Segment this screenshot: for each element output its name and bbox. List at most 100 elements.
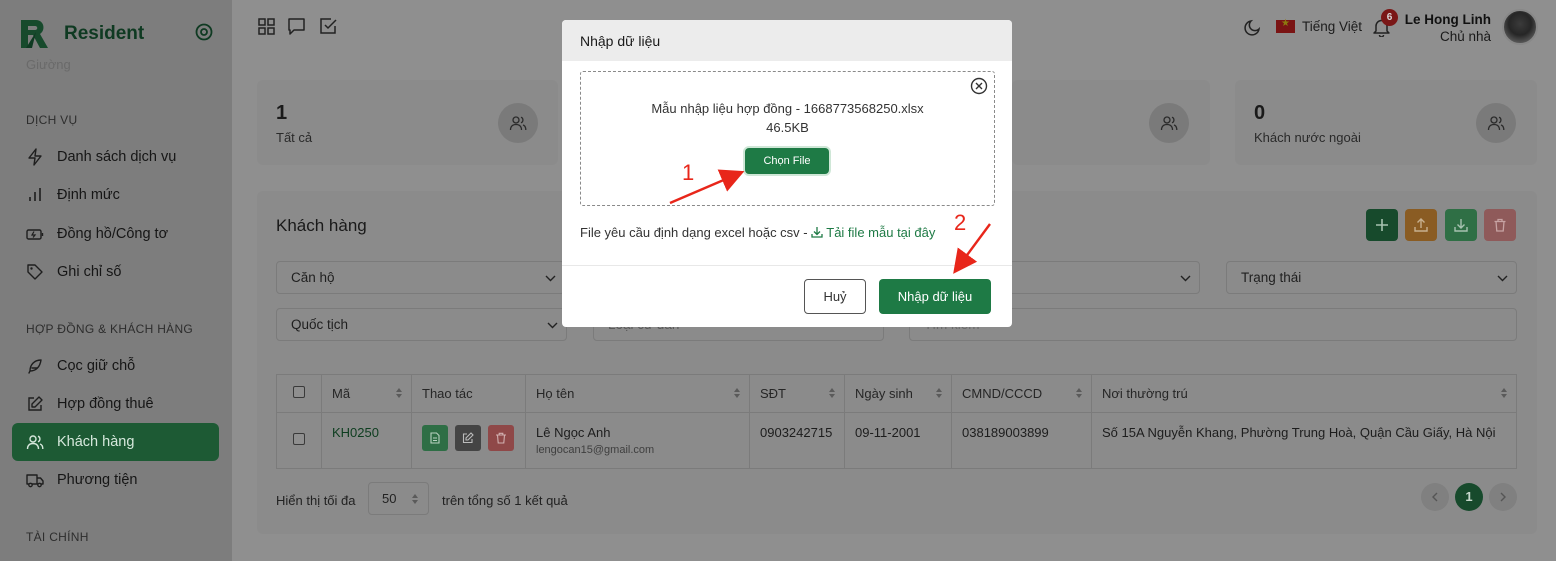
apartment-select[interactable]: Căn hộ xyxy=(276,261,565,294)
sidebar-item-customers[interactable]: Khách hàng xyxy=(12,423,219,461)
vietnam-flag-icon[interactable] xyxy=(1276,18,1295,33)
row-checkbox[interactable] xyxy=(293,433,305,445)
brand[interactable]: Resident xyxy=(18,18,144,50)
status-select[interactable]: Trạng thái xyxy=(1226,261,1517,294)
next-page-button[interactable] xyxy=(1489,483,1517,511)
customers-table: Mã Thao tác Họ tên SĐT Ngày sinh CMND/CC… xyxy=(276,374,1517,469)
annotation-step-1: 1 xyxy=(682,160,695,185)
modal-title: Nhập dữ liệu xyxy=(580,33,661,49)
table-header[interactable]: Họ tên xyxy=(526,375,750,412)
sidebar: Resident Giường DỊCH VỤ Danh sách dịch v… xyxy=(0,0,232,561)
table-cell-actions xyxy=(412,413,526,469)
delete-button[interactable] xyxy=(1484,209,1516,241)
delete-customer-button[interactable] xyxy=(488,425,514,451)
sidebar-item-label: Hợp đồng thuê xyxy=(57,396,154,412)
column-label: Mã xyxy=(332,386,351,401)
moon-icon[interactable] xyxy=(1244,18,1262,36)
customer-code-link[interactable]: KH0250 xyxy=(332,425,379,440)
stat-value: 1 xyxy=(276,102,288,124)
file-requirement: File yêu cầu định dạng excel hoặc csv - … xyxy=(580,225,935,240)
table-cell: Lê Ngọc Anh lengocan15@gmail.com xyxy=(526,413,750,469)
nationality-select[interactable]: Quốc tịch xyxy=(276,308,567,341)
annotation-step-2: 2 xyxy=(954,210,967,235)
status-select-value: Trạng thái xyxy=(1241,270,1302,285)
table-header[interactable]: SĐT xyxy=(750,375,845,412)
download-button[interactable] xyxy=(1445,209,1477,241)
sort-icon xyxy=(412,494,418,504)
select-all-checkbox[interactable] xyxy=(293,386,305,398)
table-header: Thao tác xyxy=(412,375,526,412)
chat-icon[interactable] xyxy=(287,17,306,36)
sidebar-item-deposits[interactable]: Cọc giữ chỗ xyxy=(12,347,219,385)
chevron-down-icon xyxy=(1497,275,1508,282)
edit-icon xyxy=(28,396,43,411)
sidebar-item-services[interactable]: Danh sách dịch vụ xyxy=(12,138,219,176)
page-button-current[interactable]: 1 xyxy=(1455,483,1483,511)
bar-chart-icon xyxy=(29,188,41,201)
chevron-down-icon xyxy=(545,275,556,282)
feather-icon xyxy=(28,359,42,374)
sidebar-ghost-item: Giường xyxy=(26,57,71,72)
edit-icon xyxy=(462,432,474,444)
user-role: Chủ nhà xyxy=(1439,29,1491,44)
download-icon xyxy=(1454,219,1468,232)
user-name[interactable]: Le Hong Linh xyxy=(1405,12,1491,27)
edit-customer-button[interactable] xyxy=(455,425,481,451)
nationality-select-value: Quốc tịch xyxy=(291,317,349,332)
table-cell: 09-11-2001 xyxy=(845,413,952,469)
users-icon xyxy=(1149,103,1189,143)
stat-card-total: 1 Tất cả xyxy=(257,80,558,165)
prev-page-button[interactable] xyxy=(1421,483,1449,511)
sidebar-item-readings[interactable]: Ghi chỉ số xyxy=(12,253,219,291)
table-header[interactable]: Mã xyxy=(322,375,412,412)
notification-badge: 6 xyxy=(1381,9,1398,26)
remove-file-icon[interactable] xyxy=(970,77,988,95)
grid-icon[interactable] xyxy=(257,17,276,36)
template-link-label: Tải file mẫu tại đây xyxy=(826,225,936,240)
cancel-button[interactable]: Huỷ xyxy=(804,279,866,314)
section-finance: TÀI CHÍNH xyxy=(26,530,89,544)
battery-icon xyxy=(26,229,44,240)
section-services: DỊCH VỤ xyxy=(26,113,78,127)
customer-dob: 09-11-2001 xyxy=(855,425,921,440)
stat-card-hidden xyxy=(1012,80,1210,165)
chevron-down-icon xyxy=(547,322,558,329)
avatar[interactable] xyxy=(1502,9,1538,45)
document-icon xyxy=(430,432,440,444)
sort-icon xyxy=(1076,388,1082,398)
sidebar-item-quota[interactable]: Định mức xyxy=(12,176,219,214)
table-header[interactable]: Ngày sinh xyxy=(845,375,952,412)
column-label: SĐT xyxy=(760,386,786,401)
choose-file-button[interactable]: Chọn File xyxy=(745,148,829,174)
trash-icon xyxy=(496,432,506,444)
table-cell: 038189003899 xyxy=(952,413,1092,469)
column-label: Ngày sinh xyxy=(855,386,913,401)
sidebar-item-meters[interactable]: Đồng hồ/Công tơ xyxy=(12,215,219,253)
logo-icon xyxy=(21,20,48,48)
import-modal: Nhập dữ liệu Mẫu nhập liệu hợp đồng - 16… xyxy=(562,20,1012,327)
lightning-icon xyxy=(28,148,42,166)
table-cell: KH0250 xyxy=(322,413,412,469)
page-size-select[interactable]: 50 xyxy=(368,482,429,515)
page-size-label: Hiển thị tối đa xyxy=(276,493,356,508)
filter-select-hidden[interactable] xyxy=(1009,261,1200,294)
sidebar-item-vehicles[interactable]: Phương tiện xyxy=(12,461,219,499)
customer-id-card: 038189003899 xyxy=(962,425,1049,440)
language-selector[interactable]: Tiếng Việt xyxy=(1302,19,1362,34)
download-template-link[interactable]: Tải file mẫu tại đây xyxy=(811,225,935,240)
users-icon xyxy=(1476,103,1516,143)
sidebar-item-label: Phương tiện xyxy=(57,472,138,488)
checkbox-icon[interactable] xyxy=(319,17,338,36)
import-data-button[interactable]: Nhập dữ liệu xyxy=(879,279,991,314)
add-button[interactable] xyxy=(1366,209,1398,241)
settings-circle-icon[interactable] xyxy=(194,22,214,42)
table-header[interactable]: CMND/CCCD xyxy=(952,375,1092,412)
stat-label: Khách nước ngoài xyxy=(1254,130,1361,145)
customer-address: Số 15A Nguyễn Khang, Phường Trung Hoà, Q… xyxy=(1102,425,1496,440)
file-dropzone[interactable]: Mẫu nhập liệu hợp đồng - 1668773568250.x… xyxy=(580,71,995,206)
table-header[interactable]: Nơi thường trú xyxy=(1092,375,1516,412)
view-contract-button[interactable] xyxy=(422,425,448,451)
sidebar-item-contracts[interactable]: Hợp đồng thuê xyxy=(12,385,219,423)
file-size: 46.5KB xyxy=(766,120,809,135)
upload-button[interactable] xyxy=(1405,209,1437,241)
